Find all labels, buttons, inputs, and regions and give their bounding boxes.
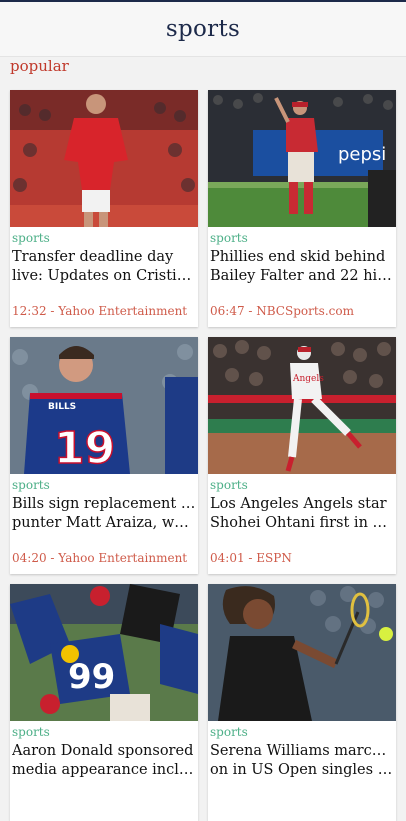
news-card[interactable]: BILLS 19 sports Bills sign replacement f… xyxy=(10,337,198,574)
news-card[interactable]: 99 sports Aaron Donald sponsored media a… xyxy=(10,584,198,821)
news-image xyxy=(10,90,198,227)
card-category: sports xyxy=(12,725,50,739)
news-grid: sports Transfer deadline day live: Updat… xyxy=(10,90,396,821)
card-title[interactable]: Serena Williams marches on in US Open si… xyxy=(210,742,394,780)
news-card[interactable]: pepsi sports Phillies end skid behind Ba… xyxy=(208,90,396,327)
card-meta: 12:32 - Yahoo Entertainment xyxy=(12,304,188,318)
card-title-line-1: Transfer deadline day xyxy=(12,249,174,265)
jersey-name: BILLS xyxy=(48,402,76,412)
card-title-line-1: Aaron Donald sponsored xyxy=(12,743,194,759)
card-title-line-1: Serena Williams marches xyxy=(210,743,394,759)
pepsi-sign: pepsi xyxy=(338,144,386,165)
card-title[interactable]: Phillies end skid behind Bailey Falter a… xyxy=(210,248,394,286)
page-title: sports xyxy=(165,16,241,42)
card-title-line-2: punter Matt Araiza, who... xyxy=(12,515,196,531)
card-title-line-1: Bills sign replacement for xyxy=(12,496,196,512)
jersey-script: Angels xyxy=(292,374,324,384)
card-title[interactable]: Aaron Donald sponsored media appearance … xyxy=(12,742,196,780)
card-title-line-1: Phillies end skid behind xyxy=(210,249,386,265)
news-card[interactable]: sports Serena Williams marches on in US … xyxy=(208,584,396,821)
card-category: sports xyxy=(210,231,248,245)
app-header: sports xyxy=(0,2,406,57)
jersey-number: 19 xyxy=(54,423,115,474)
news-card[interactable]: sports Transfer deadline day live: Updat… xyxy=(10,90,198,327)
jersey-number: 99 xyxy=(68,657,115,697)
card-title[interactable]: Bills sign replacement for punter Matt A… xyxy=(12,495,196,533)
card-title-line-2: Shohei Ohtani first in M... xyxy=(210,515,394,531)
card-title-line-2: on in US Open singles p... xyxy=(210,762,394,778)
news-image: pepsi xyxy=(208,90,396,227)
news-card[interactable]: Angels sports Los Angeles Angels star Sh… xyxy=(208,337,396,574)
card-meta: 06:47 - NBCSports.com xyxy=(210,304,354,318)
section-label-popular: popular xyxy=(10,57,69,75)
news-image xyxy=(208,584,396,721)
card-title[interactable]: Los Angeles Angels star Shohei Ohtani fi… xyxy=(210,495,394,533)
card-title-line-2: Bailey Falter and 22 hits ... xyxy=(210,268,394,284)
card-title-line-1: Los Angeles Angels star xyxy=(210,496,387,512)
news-image: BILLS 19 xyxy=(10,337,198,474)
card-title[interactable]: Transfer deadline day live: Updates on C… xyxy=(12,248,196,286)
card-meta: 04:01 - ESPN xyxy=(210,551,292,565)
card-meta: 04:20 - Yahoo Entertainment xyxy=(12,551,188,565)
news-image: Angels xyxy=(208,337,396,474)
news-image: 99 xyxy=(10,584,198,721)
card-title-line-2: media appearance inclu... xyxy=(12,762,196,778)
card-category: sports xyxy=(12,478,50,492)
card-title-line-2: live: Updates on Cristian... xyxy=(12,268,196,284)
card-category: sports xyxy=(12,231,50,245)
card-category: sports xyxy=(210,478,248,492)
card-category: sports xyxy=(210,725,248,739)
